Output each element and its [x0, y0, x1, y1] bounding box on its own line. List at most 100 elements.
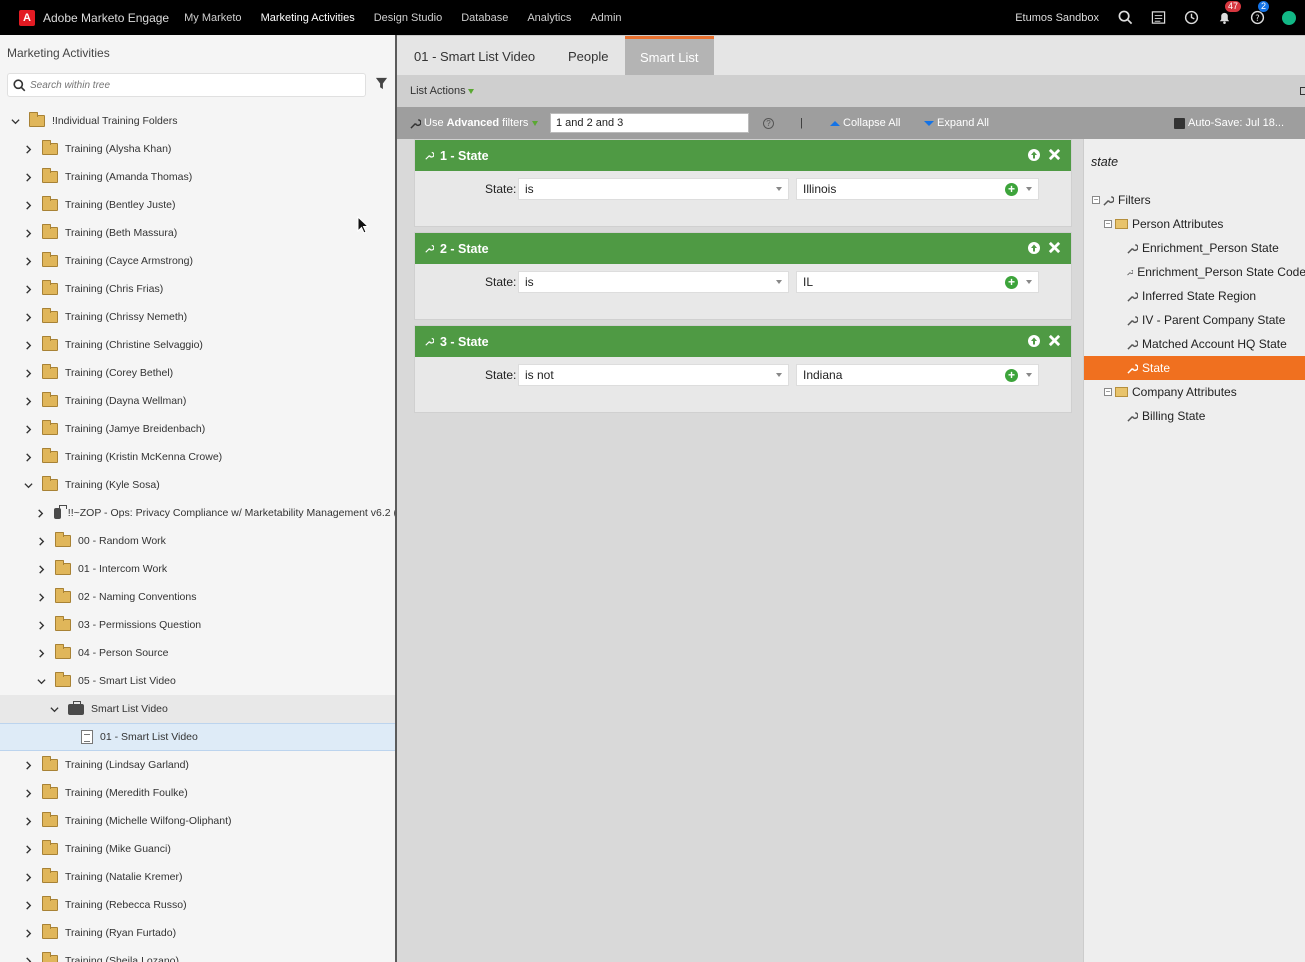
tree-item[interactable]: Smart List Video — [0, 695, 395, 723]
tree-item[interactable]: !!~ZOP - Ops: Privacy Compliance w/ Mark… — [0, 499, 395, 527]
chevron-right-icon[interactable] — [23, 452, 33, 462]
chevron-right-icon[interactable] — [23, 956, 33, 962]
tree-item[interactable]: Training (Natalie Kremer) — [0, 863, 395, 891]
value-select[interactable]: IL + — [796, 271, 1039, 293]
nav-analytics[interactable]: Analytics — [527, 12, 571, 24]
chevron-right-icon[interactable] — [23, 368, 33, 378]
chevron-right-icon[interactable] — [23, 928, 33, 938]
palette-filter-item[interactable]: Enrichment_Person State Code — [1084, 260, 1305, 284]
tree-item[interactable]: Training (Lindsay Garland) — [0, 751, 395, 779]
chevron-down-icon[interactable] — [10, 116, 20, 126]
bell-icon[interactable]: 47 — [1216, 0, 1242, 26]
tree-item[interactable]: 00 - Random Work — [0, 527, 395, 555]
chevron-right-icon[interactable] — [23, 816, 33, 826]
list-actions-menu[interactable]: List Actions — [410, 85, 474, 97]
palette-search-text[interactable]: state — [1091, 155, 1118, 169]
collapse-icon[interactable]: − — [1092, 196, 1100, 204]
palette-group[interactable]: − Person Attributes — [1084, 212, 1305, 236]
chevron-right-icon[interactable] — [23, 760, 33, 770]
add-value-icon[interactable]: + — [1005, 369, 1018, 382]
close-icon[interactable] — [1048, 334, 1061, 347]
tree-item[interactable]: Training (Kyle Sosa) — [0, 471, 395, 499]
tree-item[interactable]: Training (Beth Massura) — [0, 219, 395, 247]
palette-filter-item[interactable]: Inferred State Region — [1084, 284, 1305, 308]
value-select[interactable]: Indiana + — [796, 364, 1039, 386]
operator-select[interactable]: is not — [518, 364, 789, 386]
chevron-down-icon[interactable] — [23, 480, 33, 490]
nav-marketing-activities[interactable]: Marketing Activities — [261, 12, 355, 24]
chevron-right-icon[interactable] — [36, 536, 46, 546]
tree-item[interactable]: Training (Jamye Breidenbach) — [0, 415, 395, 443]
tree-item[interactable]: 04 - Person Source — [0, 639, 395, 667]
tree-item[interactable]: Training (Corey Bethel) — [0, 359, 395, 387]
tree-search-input[interactable] — [30, 79, 350, 91]
move-up-icon[interactable] — [1027, 148, 1041, 162]
tree-item[interactable]: 01 - Intercom Work — [0, 555, 395, 583]
help-icon[interactable]: ? — [763, 117, 774, 129]
tree-item[interactable]: Training (Ryan Furtado) — [0, 919, 395, 947]
clock-icon[interactable] — [1183, 10, 1199, 26]
chevron-right-icon[interactable] — [23, 284, 33, 294]
palette-filter-item[interactable]: Matched Account HQ State — [1084, 332, 1305, 356]
move-up-icon[interactable] — [1027, 241, 1041, 255]
value-select[interactable]: Illinois + — [796, 178, 1039, 200]
filter-header[interactable]: 3 - State — [415, 326, 1071, 357]
tab-smart-list[interactable]: Smart List — [625, 36, 714, 76]
advanced-filters-toggle[interactable]: Use Advanced filters — [410, 117, 539, 129]
palette-filter-item[interactable]: Enrichment_Person State — [1084, 236, 1305, 260]
tree-item[interactable]: Training (Meredith Foulke) — [0, 779, 395, 807]
chevron-right-icon[interactable] — [23, 144, 33, 154]
palette-filter-item[interactable]: Billing State — [1084, 404, 1305, 428]
tree-item[interactable]: 05 - Smart List Video — [0, 667, 395, 695]
user-avatar[interactable] — [1282, 10, 1296, 25]
move-up-icon[interactable] — [1027, 334, 1041, 348]
nav-database[interactable]: Database — [461, 12, 508, 24]
close-icon[interactable] — [1048, 241, 1061, 254]
tab-smart-list-asset[interactable]: 01 - Smart List Video — [399, 36, 550, 76]
chevron-right-icon[interactable] — [23, 200, 33, 210]
chevron-right-icon[interactable] — [23, 312, 33, 322]
tree-search[interactable] — [7, 73, 366, 97]
close-icon[interactable] — [1048, 148, 1061, 161]
collapse-icon[interactable]: − — [1104, 220, 1112, 228]
tree-item[interactable]: Training (Cayce Armstrong) — [0, 247, 395, 275]
tree-item[interactable]: Training (Chris Frias) — [0, 275, 395, 303]
help-icon[interactable]: ? 2 — [1249, 0, 1270, 26]
chevron-down-icon[interactable] — [36, 676, 46, 686]
tree-item[interactable]: Training (Christine Selvaggio) — [0, 331, 395, 359]
filter-header[interactable]: 1 - State — [415, 140, 1071, 171]
expand-all-button[interactable]: Expand All — [924, 117, 989, 129]
nav-design-studio[interactable]: Design Studio — [374, 12, 443, 24]
nav-my-marketo[interactable]: My Marketo — [184, 12, 241, 24]
nav-admin[interactable]: Admin — [590, 12, 621, 24]
chevron-right-icon[interactable] — [36, 592, 46, 602]
search-icon[interactable] — [1117, 10, 1133, 26]
chevron-right-icon[interactable] — [23, 788, 33, 798]
chevron-right-icon[interactable] — [36, 564, 46, 574]
add-value-icon[interactable]: + — [1005, 183, 1018, 196]
brand-name[interactable]: Adobe Marketo Engage — [43, 11, 169, 25]
tab-people[interactable]: People — [553, 36, 623, 76]
chevron-right-icon[interactable] — [36, 648, 46, 658]
chevron-right-icon[interactable] — [23, 424, 33, 434]
filter-funnel-icon[interactable] — [375, 77, 388, 90]
collapse-all-button[interactable]: Collapse All — [830, 117, 900, 129]
chevron-right-icon[interactable] — [23, 172, 33, 182]
chevron-right-icon[interactable] — [23, 844, 33, 854]
tree-item[interactable]: Training (Mike Guanci) — [0, 835, 395, 863]
chevron-right-icon[interactable] — [23, 872, 33, 882]
tree-item[interactable]: Training (Bentley Juste) — [0, 191, 395, 219]
filter-header[interactable]: 2 - State — [415, 233, 1071, 264]
tree-item[interactable]: Training (Sheila Lozano) — [0, 947, 395, 962]
tree-item[interactable]: Training (Amanda Thomas) — [0, 163, 395, 191]
task-list-icon[interactable] — [1150, 10, 1166, 26]
rule-logic-input[interactable] — [550, 113, 749, 133]
tree-item[interactable]: 02 - Naming Conventions — [0, 583, 395, 611]
add-value-icon[interactable]: + — [1005, 276, 1018, 289]
environment-name[interactable]: Etumos Sandbox — [1015, 12, 1099, 24]
adobe-logo-icon[interactable]: A — [19, 9, 35, 26]
tree-item[interactable]: Training (Rebecca Russo) — [0, 891, 395, 919]
tree-item[interactable]: 01 - Smart List Video — [0, 723, 395, 751]
tree-item[interactable]: Training (Chrissy Nemeth) — [0, 303, 395, 331]
chevron-right-icon[interactable] — [36, 620, 46, 630]
